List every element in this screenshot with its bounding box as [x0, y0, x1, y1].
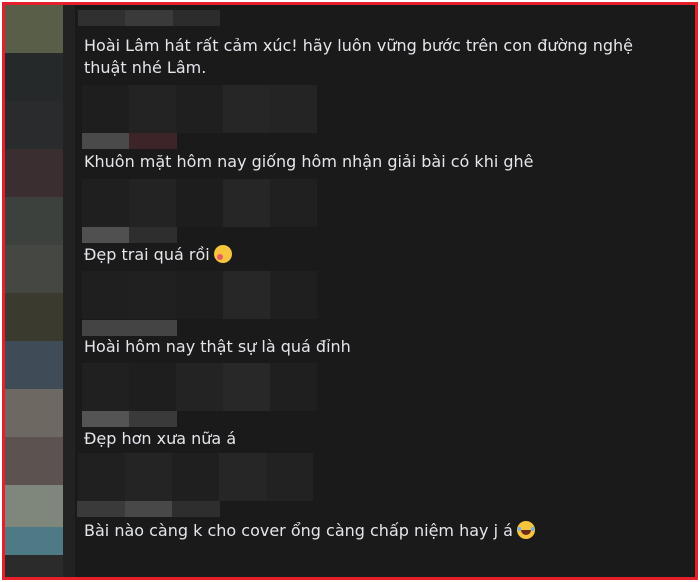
username-blurred[interactable] — [78, 10, 220, 26]
comment-text: Hoài hôm nay thật sự là quá đỉnh — [84, 336, 664, 358]
avatar[interactable] — [5, 53, 63, 101]
comment-body: Bài nào càng k cho cover ổng càng chấp n… — [84, 521, 513, 540]
avatar[interactable] — [5, 197, 63, 245]
username-blurred[interactable] — [82, 320, 177, 336]
avatar[interactable] — [5, 149, 63, 197]
avatar[interactable] — [5, 555, 63, 577]
comment-actions-blurred — [78, 453, 313, 501]
laughing-with-tears-icon — [516, 521, 535, 539]
avatar[interactable] — [5, 341, 63, 389]
avatar[interactable] — [5, 389, 63, 437]
comment-text: Đẹp trai quá rồi — [84, 244, 664, 266]
username-blurred[interactable] — [77, 501, 220, 517]
avatar[interactable] — [5, 5, 63, 53]
comment-actions-blurred — [82, 271, 317, 319]
comment-text: Khuôn mặt hôm nay giống hôm nhận giải bà… — [84, 151, 664, 173]
username-blurred[interactable] — [82, 411, 177, 427]
avatar-edge — [63, 5, 75, 577]
smiling-face-with-hearts-icon — [213, 245, 232, 263]
username-blurred[interactable] — [82, 227, 177, 243]
avatar[interactable] — [5, 485, 63, 527]
comment-body: Hoài hôm nay thật sự là quá đỉnh — [84, 337, 351, 356]
comment-body: Đẹp hơn xưa nữa á — [84, 429, 237, 448]
avatar[interactable] — [5, 527, 63, 555]
comment-body: Đẹp trai quá rồi — [84, 245, 210, 264]
avatar[interactable] — [5, 101, 63, 149]
avatar[interactable] — [5, 245, 63, 293]
comment-text: Hoài Lâm hát rất cảm xúc! hãy luôn vững … — [84, 35, 664, 79]
comment-body: Khuôn mặt hôm nay giống hôm nhận giải bà… — [84, 152, 534, 171]
avatar[interactable] — [5, 293, 63, 341]
comment-actions-blurred — [82, 363, 317, 411]
comment-body: Hoài Lâm hát rất cảm xúc! hãy luôn vững … — [84, 36, 633, 77]
username-blurred[interactable] — [82, 133, 177, 149]
comment-text: Đẹp hơn xưa nữa á — [84, 428, 664, 450]
avatar[interactable] — [5, 437, 63, 485]
comment-screenshot-frame: Hoài Lâm hát rất cảm xúc! hãy luôn vững … — [2, 2, 698, 580]
comment-text: Bài nào càng k cho cover ổng càng chấp n… — [84, 520, 664, 542]
avatar-column — [5, 5, 75, 577]
comment-actions-blurred — [82, 85, 317, 133]
comment-actions-blurred — [82, 179, 317, 227]
